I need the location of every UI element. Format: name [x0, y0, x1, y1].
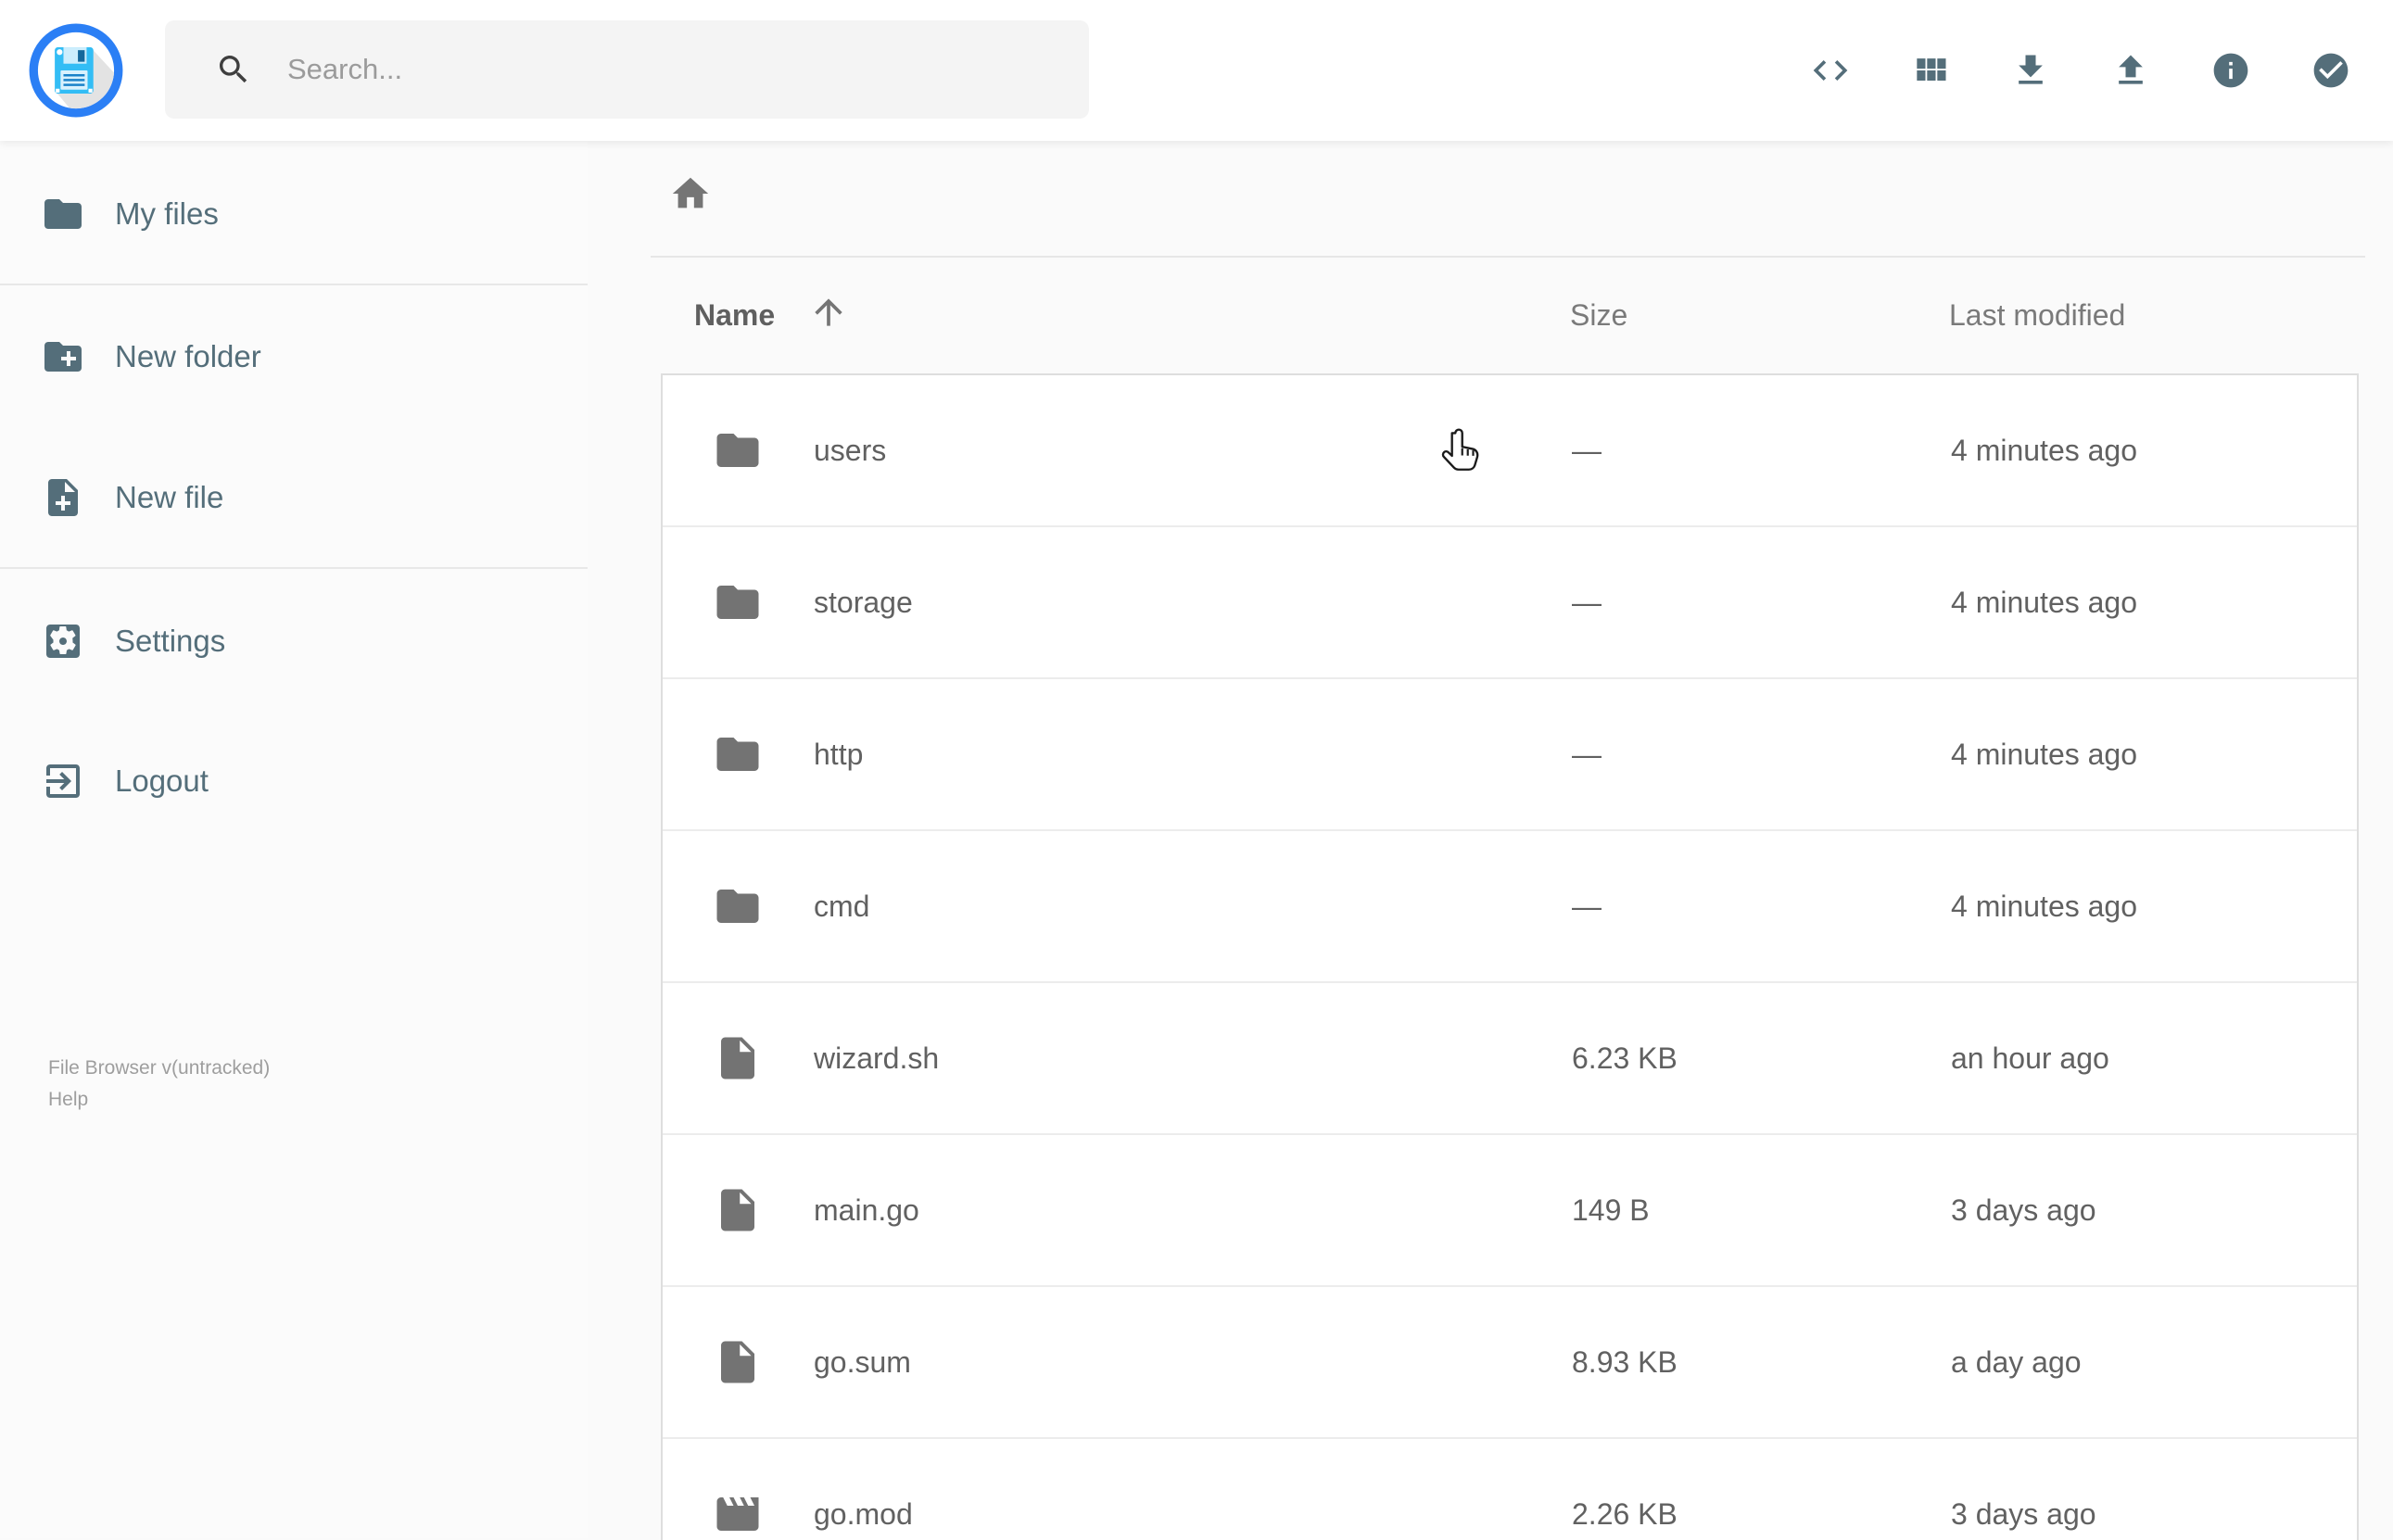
file-type-icon: [713, 527, 763, 677]
header-actions: [1810, 0, 2351, 141]
file-type-icon: [713, 1135, 763, 1285]
download-icon: [2019, 55, 2043, 84]
file-name: wizard.sh: [814, 1041, 940, 1075]
upload-button[interactable]: [2110, 50, 2151, 91]
column-header-size[interactable]: Size: [1570, 298, 1627, 333]
search-bar[interactable]: [165, 20, 1089, 119]
file-name: http: [814, 737, 864, 771]
file-row[interactable]: wizard.sh 6.23 KB an hour ago: [663, 981, 2357, 1133]
file-modified: 4 minutes ago: [1951, 585, 2138, 619]
sidebar-divider: [0, 567, 588, 569]
download-button[interactable]: [2010, 50, 2051, 91]
file-modified: an hour ago: [1951, 1041, 2109, 1075]
file-size: 8.93 KB: [1572, 1344, 1678, 1379]
grid-icon: [1917, 58, 1946, 81]
grid-view-button[interactable]: [1910, 50, 1951, 91]
file-modified: 4 minutes ago: [1951, 737, 2138, 771]
search-input[interactable]: [285, 52, 1031, 87]
search-icon: [220, 56, 247, 83]
sidebar-item-label: New folder: [115, 339, 261, 373]
file-name: cmd: [814, 889, 870, 923]
select-multiple-button[interactable]: [2311, 50, 2351, 91]
file-row[interactable]: go.sum 8.93 KB a day ago: [663, 1285, 2357, 1437]
main-content: Name Size Last modified users — 4 minute…: [588, 141, 2393, 1540]
file-modified: 4 minutes ago: [1951, 889, 2138, 923]
file-name: go.sum: [814, 1344, 911, 1379]
sidebar-item-label: Settings: [115, 624, 226, 658]
file-row[interactable]: cmd — 4 minutes ago: [663, 829, 2357, 981]
file-row[interactable]: main.go 149 B 3 days ago: [663, 1133, 2357, 1285]
file-type-icon: [713, 1439, 763, 1540]
file-row[interactable]: users — 4 minutes ago: [663, 375, 2357, 525]
code-view-button[interactable]: [1810, 50, 1851, 91]
file-row[interactable]: go.mod 2.26 KB 3 days ago: [663, 1437, 2357, 1540]
sidebar-divider: [0, 284, 588, 285]
home-icon: [672, 177, 709, 208]
sidebar-item-new-file[interactable]: New file: [0, 447, 588, 549]
file-list: users — 4 minutes ago storage — 4 minute…: [661, 373, 2359, 1540]
file-name: go.mod: [814, 1496, 913, 1531]
new-folder-icon: [44, 342, 82, 372]
sidebar-item-my-files[interactable]: My files: [0, 163, 588, 265]
filebrowser-logo[interactable]: [28, 22, 124, 119]
logout-icon: [46, 764, 80, 798]
upload-icon: [2119, 55, 2143, 84]
file-modified: 4 minutes ago: [1951, 433, 2138, 467]
file-type-icon: [713, 375, 763, 525]
file-size: 2.26 KB: [1572, 1496, 1678, 1531]
breadcrumb-divider: [651, 256, 2365, 258]
file-size: —: [1572, 433, 1602, 467]
file-modified: 3 days ago: [1951, 1193, 2096, 1227]
breadcrumb-home-button[interactable]: [669, 172, 712, 215]
sidebar-item-new-folder[interactable]: New folder: [0, 306, 588, 408]
code-icon: [1813, 60, 1848, 81]
sort-ascending-icon[interactable]: [808, 292, 849, 333]
top-bar: [0, 0, 2393, 141]
info-button[interactable]: [2210, 50, 2251, 91]
file-size: —: [1572, 889, 1602, 923]
file-row[interactable]: http — 4 minutes ago: [663, 677, 2357, 829]
folder-icon: [41, 192, 85, 236]
sidebar-item-logout[interactable]: Logout: [0, 730, 588, 832]
file-size: —: [1572, 585, 1602, 619]
sidebar-item-label: New file: [115, 480, 224, 514]
file-size: 6.23 KB: [1572, 1041, 1678, 1075]
help-link[interactable]: Help: [48, 1084, 270, 1116]
file-modified: a day ago: [1951, 1344, 2082, 1379]
file-name: storage: [814, 585, 913, 619]
file-name: main.go: [814, 1193, 919, 1227]
info-icon: [2213, 53, 2248, 88]
sidebar-item-settings[interactable]: Settings: [0, 590, 588, 692]
column-header-name[interactable]: Name: [694, 298, 775, 333]
file-size: 149 B: [1572, 1193, 1650, 1227]
check-circle-icon: [2313, 53, 2349, 88]
sidebar-item-label: My files: [115, 196, 219, 231]
file-type-icon: [713, 1287, 763, 1437]
file-type-icon: [713, 679, 763, 829]
sidebar: My files New folder New file Settings Lo…: [0, 141, 588, 1538]
sidebar-footer: File Browser v(untracked) Help: [48, 1053, 270, 1116]
file-row[interactable]: storage — 4 minutes ago: [663, 525, 2357, 677]
new-file-icon: [48, 479, 78, 516]
file-modified: 3 days ago: [1951, 1496, 2096, 1531]
column-header-modified[interactable]: Last modified: [1949, 298, 2125, 333]
settings-icon: [46, 625, 80, 658]
version-text: File Browser v(untracked): [48, 1057, 271, 1079]
file-size: —: [1572, 737, 1602, 771]
sidebar-item-label: Logout: [115, 764, 209, 798]
file-type-icon: [713, 831, 763, 981]
file-type-icon: [713, 983, 763, 1133]
file-name: users: [814, 433, 887, 467]
